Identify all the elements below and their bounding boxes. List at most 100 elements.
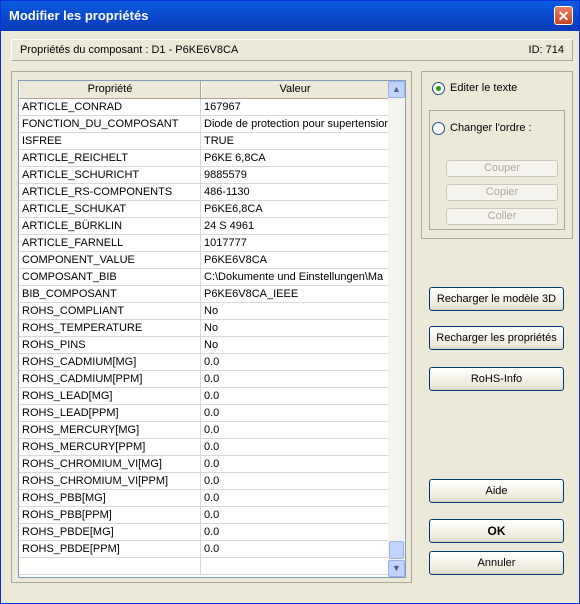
reload-properties-button[interactable]: Recharger les propriétés bbox=[429, 326, 564, 350]
value-cell[interactable]: 0.0 bbox=[201, 371, 389, 387]
table-row[interactable]: ROHS_CHROMIUM_VI[MG] 0.0 bbox=[19, 456, 389, 473]
column-header-property[interactable]: Propriété bbox=[19, 81, 201, 98]
property-cell[interactable]: ARTICLE_SCHUKAT bbox=[19, 201, 201, 217]
value-cell[interactable] bbox=[201, 558, 389, 574]
table-row[interactable]: ROHS_PINS No bbox=[19, 337, 389, 354]
value-cell[interactable]: 0.0 bbox=[201, 473, 389, 489]
value-cell[interactable]: P6KE6V8CA_IEEE bbox=[201, 286, 389, 302]
table-row[interactable]: ARTICLE_RS-COMPONENTS 486-1130 bbox=[19, 184, 389, 201]
property-cell[interactable]: ROHS_LEAD[PPM] bbox=[19, 405, 201, 421]
value-cell[interactable]: 0.0 bbox=[201, 507, 389, 523]
table-row[interactable]: ROHS_TEMPERATURE No bbox=[19, 320, 389, 337]
table-row[interactable]: ARTICLE_SCHUKAT P6KE6,8CA bbox=[19, 201, 389, 218]
title-bar[interactable]: Modifier les propriétés ✕ bbox=[1, 1, 579, 31]
property-cell[interactable]: COMPOSANT_BIB bbox=[19, 269, 201, 285]
cut-button[interactable]: Couper bbox=[446, 160, 558, 177]
property-cell[interactable]: ARTICLE_FARNELL bbox=[19, 235, 201, 251]
property-cell[interactable]: ROHS_CADMIUM[PPM] bbox=[19, 371, 201, 387]
table-row[interactable]: ROHS_LEAD[PPM] 0.0 bbox=[19, 405, 389, 422]
vertical-scrollbar[interactable]: ▲ ▼ bbox=[388, 81, 405, 577]
table-row[interactable] bbox=[19, 558, 389, 575]
property-cell[interactable]: COMPONENT_VALUE bbox=[19, 252, 201, 268]
table-row[interactable]: ROHS_COMPLIANT No bbox=[19, 303, 389, 320]
value-cell[interactable]: P6KE6V8CA bbox=[201, 252, 389, 268]
table-row[interactable]: ARTICLE_SCHURICHT 9885579 bbox=[19, 167, 389, 184]
table-row[interactable]: COMPONENT_VALUE P6KE6V8CA bbox=[19, 252, 389, 269]
rohs-info-button[interactable]: RoHS-Info bbox=[429, 367, 564, 391]
cancel-button[interactable]: Annuler bbox=[429, 551, 564, 575]
value-cell[interactable]: C:\Dokumente und Einstellungen\Ma bbox=[201, 269, 389, 285]
value-cell[interactable]: 167967 bbox=[201, 99, 389, 115]
value-cell[interactable]: 0.0 bbox=[201, 541, 389, 557]
property-cell[interactable]: ROHS_PBDE[MG] bbox=[19, 524, 201, 540]
table-row[interactable]: BIB_COMPOSANT P6KE6V8CA_IEEE bbox=[19, 286, 389, 303]
value-cell[interactable]: No bbox=[201, 320, 389, 336]
value-cell[interactable]: 9885579 bbox=[201, 167, 389, 183]
table-row[interactable]: ROHS_PBDE[MG] 0.0 bbox=[19, 524, 389, 541]
property-cell[interactable]: ARTICLE_BÜRKLIN bbox=[19, 218, 201, 234]
value-cell[interactable]: 0.0 bbox=[201, 405, 389, 421]
property-cell[interactable]: ROHS_COMPLIANT bbox=[19, 303, 201, 319]
table-row[interactable]: COMPOSANT_BIB C:\Dokumente und Einstellun… bbox=[19, 269, 389, 286]
column-header-value[interactable]: Valeur bbox=[201, 81, 389, 98]
help-button[interactable]: Aide bbox=[429, 479, 564, 503]
ok-button[interactable]: OK bbox=[429, 519, 564, 543]
copy-button[interactable]: Copier bbox=[446, 184, 558, 201]
value-cell[interactable]: 0.0 bbox=[201, 439, 389, 455]
value-cell[interactable]: 24 S 4961 bbox=[201, 218, 389, 234]
property-cell[interactable]: ROHS_MERCURY[MG] bbox=[19, 422, 201, 438]
table-row[interactable]: ARTICLE_CONRAD 167967 bbox=[19, 99, 389, 116]
table-row[interactable]: ROHS_LEAD[MG] 0.0 bbox=[19, 388, 389, 405]
table-row[interactable]: ROHS_CADMIUM[PPM] 0.0 bbox=[19, 371, 389, 388]
properties-table[interactable]: Propriété Valeur ARTICLE_CONRAD 167967 FON… bbox=[18, 80, 406, 578]
reload-3d-model-button[interactable]: Recharger le modèle 3D bbox=[429, 287, 564, 311]
property-cell[interactable]: ROHS_PBB[MG] bbox=[19, 490, 201, 506]
property-cell[interactable]: ROHS_CHROMIUM_VI[MG] bbox=[19, 456, 201, 472]
property-cell[interactable]: ARTICLE_SCHURICHT bbox=[19, 167, 201, 183]
scroll-down-button[interactable]: ▼ bbox=[388, 560, 405, 577]
scroll-up-button[interactable]: ▲ bbox=[388, 81, 405, 98]
property-cell[interactable]: ROHS_PINS bbox=[19, 337, 201, 353]
paste-button[interactable]: Coller bbox=[446, 208, 558, 225]
value-cell[interactable]: Diode de protection pour supertension bbox=[201, 116, 389, 132]
property-cell[interactable]: ROHS_CHROMIUM_VI[PPM] bbox=[19, 473, 201, 489]
table-row[interactable]: FONCTION_DU_COMPOSANT Diode de protection… bbox=[19, 116, 389, 133]
table-row[interactable]: ARTICLE_BÜRKLIN 24 S 4961 bbox=[19, 218, 389, 235]
property-cell[interactable]: ARTICLE_REICHELT bbox=[19, 150, 201, 166]
table-row[interactable]: ROHS_PBB[MG] 0.0 bbox=[19, 490, 389, 507]
value-cell[interactable]: P6KE 6,8CA bbox=[201, 150, 389, 166]
value-cell[interactable]: 0.0 bbox=[201, 388, 389, 404]
scroll-thumb[interactable] bbox=[389, 541, 404, 559]
property-cell[interactable]: BIB_COMPOSANT bbox=[19, 286, 201, 302]
value-cell[interactable]: 486-1130 bbox=[201, 184, 389, 200]
table-row[interactable]: ROHS_CHROMIUM_VI[PPM] 0.0 bbox=[19, 473, 389, 490]
table-row[interactable]: ROHS_CADMIUM[MG] 0.0 bbox=[19, 354, 389, 371]
table-row[interactable]: ARTICLE_FARNELL 1017777 bbox=[19, 235, 389, 252]
table-row[interactable]: ISFREE TRUE bbox=[19, 133, 389, 150]
value-cell[interactable]: 0.0 bbox=[201, 490, 389, 506]
value-cell[interactable]: 1017777 bbox=[201, 235, 389, 251]
value-cell[interactable]: 0.0 bbox=[201, 524, 389, 540]
table-row[interactable]: ARTICLE_REICHELT P6KE 6,8CA bbox=[19, 150, 389, 167]
property-cell[interactable]: ROHS_CADMIUM[MG] bbox=[19, 354, 201, 370]
value-cell[interactable]: 0.0 bbox=[201, 456, 389, 472]
property-cell[interactable]: ROHS_PBB[PPM] bbox=[19, 507, 201, 523]
property-cell[interactable]: ROHS_PBDE[PPM] bbox=[19, 541, 201, 557]
value-cell[interactable]: TRUE bbox=[201, 133, 389, 149]
table-row[interactable]: ROHS_MERCURY[MG] 0.0 bbox=[19, 422, 389, 439]
property-cell[interactable]: ROHS_TEMPERATURE bbox=[19, 320, 201, 336]
value-cell[interactable]: 0.0 bbox=[201, 354, 389, 370]
value-cell[interactable]: No bbox=[201, 303, 389, 319]
property-cell[interactable]: FONCTION_DU_COMPOSANT bbox=[19, 116, 201, 132]
value-cell[interactable]: P6KE6,8CA bbox=[201, 201, 389, 217]
edit-text-radio[interactable] bbox=[432, 81, 445, 95]
property-cell[interactable]: ARTICLE_CONRAD bbox=[19, 99, 201, 115]
table-row[interactable]: ROHS_PBDE[PPM] 0.0 bbox=[19, 541, 389, 558]
edit-text-option[interactable]: Editer le texte bbox=[432, 80, 517, 96]
table-row[interactable]: ROHS_PBB[PPM] 0.0 bbox=[19, 507, 389, 524]
property-cell[interactable]: ARTICLE_RS-COMPONENTS bbox=[19, 184, 201, 200]
property-cell[interactable]: ISFREE bbox=[19, 133, 201, 149]
table-row[interactable]: ROHS_MERCURY[PPM] 0.0 bbox=[19, 439, 389, 456]
value-cell[interactable]: No bbox=[201, 337, 389, 353]
property-cell[interactable] bbox=[19, 558, 201, 574]
